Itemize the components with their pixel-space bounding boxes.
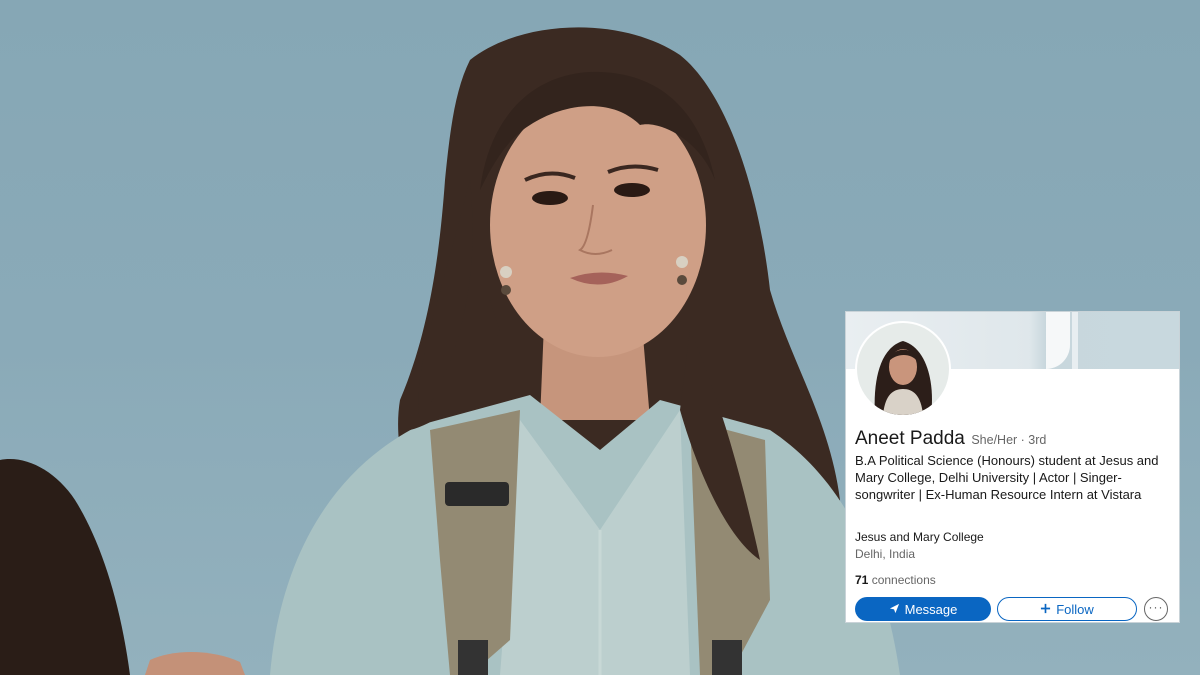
plus-icon — [1040, 603, 1051, 616]
message-button[interactable]: Message — [855, 597, 991, 621]
name-row: Aneet Padda She/Her · 3rd — [855, 428, 1046, 450]
connections-number: 71 — [855, 573, 869, 587]
send-icon — [889, 603, 900, 616]
connections-count[interactable]: 71 connections — [855, 573, 936, 587]
message-label: Message — [904, 601, 958, 617]
profile-name[interactable]: Aneet Padda — [855, 428, 965, 449]
profile-headline: B.A Political Science (Honours) student … — [855, 453, 1159, 502]
pronouns-degree: She/Her · 3rd — [971, 433, 1047, 447]
profile-location: Delhi, India — [855, 547, 916, 561]
follow-label: Follow — [1056, 601, 1094, 617]
avatar[interactable] — [855, 321, 951, 417]
connections-label: connections — [871, 573, 936, 587]
follow-button[interactable]: Follow — [997, 597, 1137, 621]
more-options-button[interactable]: ··· — [1144, 597, 1168, 621]
profile-school[interactable]: Jesus and Mary College — [855, 530, 984, 544]
ellipsis-icon: ··· — [1148, 599, 1164, 614]
linkedin-profile-card: Aneet Padda She/Her · 3rd B.A Political … — [845, 311, 1180, 623]
